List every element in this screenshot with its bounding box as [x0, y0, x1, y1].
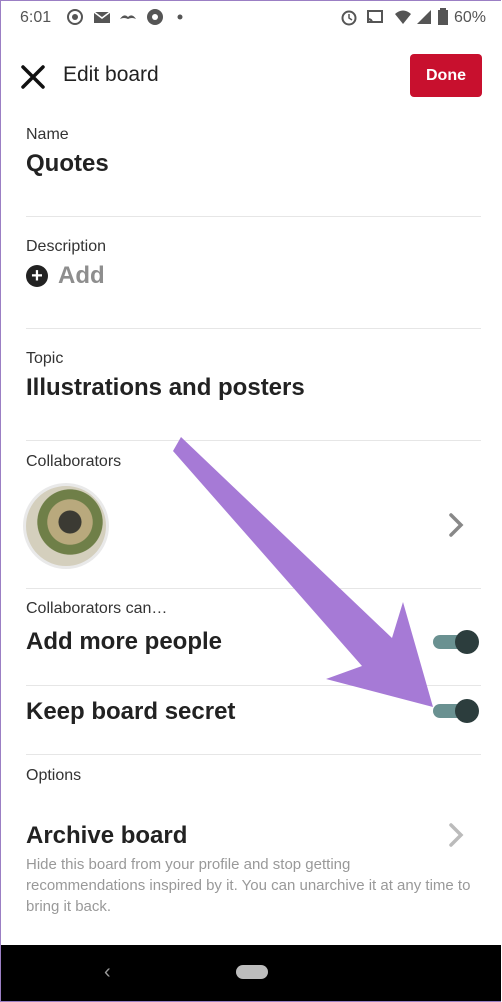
add-more-people-toggle[interactable] — [433, 630, 479, 654]
collaborators-label: Collaborators — [26, 453, 122, 470]
home-pill-icon[interactable] — [236, 965, 268, 979]
aperture-icon — [147, 9, 163, 25]
name-value: Quotes — [26, 150, 109, 177]
options-label: Options — [26, 767, 82, 784]
divider — [26, 216, 481, 217]
topic-value: Illustrations and posters — [26, 374, 305, 401]
name-section[interactable]: Name Quotes — [26, 126, 481, 178]
back-icon[interactable]: ‹ — [104, 961, 111, 984]
status-time: 6:01 — [20, 9, 52, 26]
alarm-icon — [341, 10, 357, 26]
keep-secret-toggle[interactable] — [433, 699, 479, 723]
signal-icon — [417, 10, 431, 24]
description-section[interactable]: Description + Add — [26, 238, 481, 290]
divider — [26, 754, 481, 755]
permissions-section: Collaborators can… — [26, 600, 481, 618]
chevron-right-icon[interactable] — [447, 511, 465, 539]
system-nav-bar: ‹ — [1, 945, 501, 1001]
dot-icon — [177, 14, 183, 20]
options-section: Options — [26, 767, 481, 785]
mustache-icon — [120, 15, 136, 19]
name-label: Name — [26, 126, 69, 143]
toggle-knob — [455, 630, 479, 654]
toggle-knob — [455, 699, 479, 723]
done-button[interactable]: Done — [410, 54, 482, 97]
cast-icon — [367, 10, 383, 24]
add-more-people-label: Add more people — [26, 628, 223, 655]
status-bar: 6:01 60% — [1, 1, 501, 37]
archive-board-title[interactable]: Archive board — [26, 822, 187, 850]
collaborators-section: Collaborators — [26, 453, 481, 471]
whatsapp-icon — [67, 9, 83, 25]
avatar[interactable] — [23, 483, 109, 569]
topic-section[interactable]: Topic Illustrations and posters — [26, 350, 481, 402]
divider — [26, 440, 481, 441]
add-label: Add — [58, 262, 105, 289]
chevron-right-icon[interactable] — [447, 821, 465, 849]
permissions-label: Collaborators can… — [26, 600, 168, 617]
screen: 6:01 60% Edit board Done Name Quotes Des… — [0, 0, 501, 1002]
battery-percent: 60% — [454, 9, 487, 26]
divider — [26, 685, 481, 686]
divider — [26, 588, 481, 589]
close-icon[interactable] — [19, 63, 47, 91]
mail-icon — [93, 11, 111, 23]
plus-circle-icon: + — [26, 265, 48, 287]
keep-secret-label: Keep board secret — [26, 698, 236, 725]
header: Edit board Done — [1, 37, 501, 117]
topic-label: Topic — [26, 350, 64, 367]
archive-help-text: Hide this board from your profile and st… — [26, 856, 471, 915]
description-label: Description — [26, 238, 107, 255]
divider — [26, 328, 481, 329]
battery-icon — [438, 8, 448, 25]
add-description-button[interactable]: + Add — [26, 262, 481, 290]
wifi-icon — [395, 10, 411, 24]
page-title: Edit board — [63, 63, 159, 86]
